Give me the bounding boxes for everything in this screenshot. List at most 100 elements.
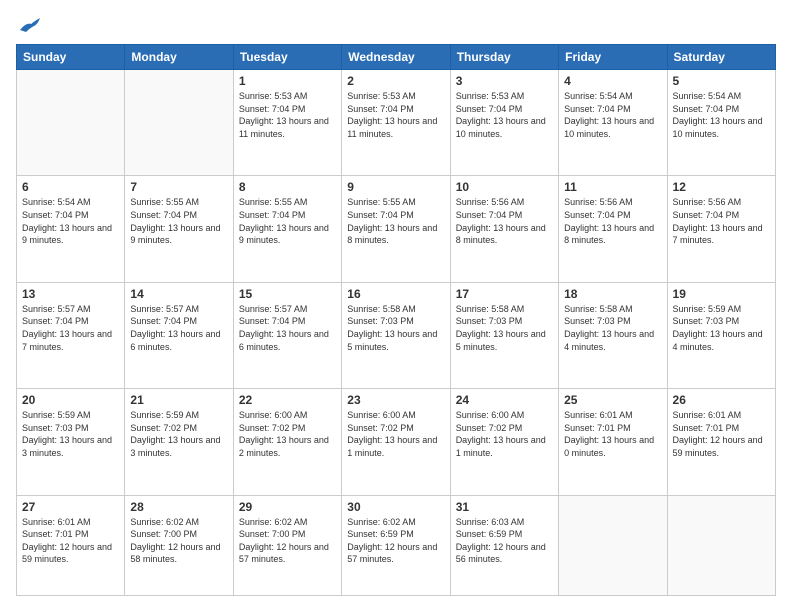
calendar-cell: 30 Sunrise: 6:02 AM Sunset: 6:59 PM Dayli… [342, 495, 450, 595]
calendar-week-5: 27 Sunrise: 6:01 AM Sunset: 7:01 PM Dayli… [17, 495, 776, 595]
calendar-cell [559, 495, 667, 595]
day-number: 13 [22, 287, 119, 301]
day-number: 24 [456, 393, 553, 407]
calendar-cell [17, 70, 125, 176]
calendar-cell: 4 Sunrise: 5:54 AM Sunset: 7:04 PM Daylig… [559, 70, 667, 176]
day-number: 27 [22, 500, 119, 514]
day-number: 3 [456, 74, 553, 88]
calendar-cell: 3 Sunrise: 5:53 AM Sunset: 7:04 PM Daylig… [450, 70, 558, 176]
day-info: Sunrise: 5:56 AM Sunset: 7:04 PM Dayligh… [564, 196, 661, 246]
day-number: 14 [130, 287, 227, 301]
calendar-week-4: 20 Sunrise: 5:59 AM Sunset: 7:03 PM Dayli… [17, 389, 776, 495]
day-number: 29 [239, 500, 336, 514]
day-info: Sunrise: 5:58 AM Sunset: 7:03 PM Dayligh… [456, 303, 553, 353]
day-info: Sunrise: 5:56 AM Sunset: 7:04 PM Dayligh… [673, 196, 770, 246]
day-info: Sunrise: 6:03 AM Sunset: 6:59 PM Dayligh… [456, 516, 553, 566]
day-info: Sunrise: 5:53 AM Sunset: 7:04 PM Dayligh… [239, 90, 336, 140]
calendar-cell: 13 Sunrise: 5:57 AM Sunset: 7:04 PM Dayli… [17, 282, 125, 388]
day-number: 15 [239, 287, 336, 301]
day-number: 4 [564, 74, 661, 88]
day-info: Sunrise: 6:01 AM Sunset: 7:01 PM Dayligh… [673, 409, 770, 459]
day-number: 30 [347, 500, 444, 514]
day-info: Sunrise: 5:59 AM Sunset: 7:02 PM Dayligh… [130, 409, 227, 459]
calendar-cell: 19Sunrise: 5:59 AM Sunset: 7:03 PM Dayli… [667, 282, 775, 388]
day-number: 23 [347, 393, 444, 407]
calendar-table: SundayMondayTuesdayWednesdayThursdayFrid… [16, 44, 776, 596]
day-info: Sunrise: 5:54 AM Sunset: 7:04 PM Dayligh… [673, 90, 770, 140]
day-info: Sunrise: 6:02 AM Sunset: 7:00 PM Dayligh… [239, 516, 336, 566]
day-number: 28 [130, 500, 227, 514]
day-number: 9 [347, 180, 444, 194]
day-info: Sunrise: 5:59 AM Sunset: 7:03 PM Dayligh… [673, 303, 770, 353]
calendar-cell: 25 Sunrise: 6:01 AM Sunset: 7:01 PM Dayli… [559, 389, 667, 495]
calendar-cell: 10Sunrise: 5:56 AM Sunset: 7:04 PM Dayli… [450, 176, 558, 282]
day-info: Sunrise: 5:58 AM Sunset: 7:03 PM Dayligh… [564, 303, 661, 353]
calendar-cell: 22 Sunrise: 6:00 AM Sunset: 7:02 PM Dayli… [233, 389, 341, 495]
calendar-cell: 28 Sunrise: 6:02 AM Sunset: 7:00 PM Dayli… [125, 495, 233, 595]
day-number: 22 [239, 393, 336, 407]
calendar-cell: 8Sunrise: 5:55 AM Sunset: 7:04 PM Daylig… [233, 176, 341, 282]
day-info: Sunrise: 6:02 AM Sunset: 6:59 PM Dayligh… [347, 516, 444, 566]
calendar-week-1: 1 Sunrise: 5:53 AM Sunset: 7:04 PM Daylig… [17, 70, 776, 176]
day-info: Sunrise: 5:58 AM Sunset: 7:03 PM Dayligh… [347, 303, 444, 353]
calendar-week-3: 13 Sunrise: 5:57 AM Sunset: 7:04 PM Dayli… [17, 282, 776, 388]
day-number: 20 [22, 393, 119, 407]
weekday-header-sunday: Sunday [17, 45, 125, 70]
day-number: 21 [130, 393, 227, 407]
day-info: Sunrise: 5:54 AM Sunset: 7:04 PM Dayligh… [564, 90, 661, 140]
weekday-header-thursday: Thursday [450, 45, 558, 70]
day-info: Sunrise: 5:59 AM Sunset: 7:03 PM Dayligh… [22, 409, 119, 459]
day-info: Sunrise: 5:57 AM Sunset: 7:04 PM Dayligh… [22, 303, 119, 353]
day-number: 2 [347, 74, 444, 88]
day-number: 12 [673, 180, 770, 194]
day-number: 11 [564, 180, 661, 194]
calendar-cell: 15 Sunrise: 5:57 AM Sunset: 7:04 PM Dayli… [233, 282, 341, 388]
calendar-cell: 26 Sunrise: 6:01 AM Sunset: 7:01 PM Dayli… [667, 389, 775, 495]
weekday-header-tuesday: Tuesday [233, 45, 341, 70]
day-number: 7 [130, 180, 227, 194]
day-number: 5 [673, 74, 770, 88]
day-info: Sunrise: 5:55 AM Sunset: 7:04 PM Dayligh… [239, 196, 336, 246]
day-number: 16 [347, 287, 444, 301]
calendar-cell: 20 Sunrise: 5:59 AM Sunset: 7:03 PM Dayli… [17, 389, 125, 495]
day-number: 25 [564, 393, 661, 407]
logo [16, 16, 40, 34]
day-info: Sunrise: 6:01 AM Sunset: 7:01 PM Dayligh… [22, 516, 119, 566]
day-number: 31 [456, 500, 553, 514]
calendar-cell: 5 Sunrise: 5:54 AM Sunset: 7:04 PM Daylig… [667, 70, 775, 176]
day-info: Sunrise: 6:00 AM Sunset: 7:02 PM Dayligh… [239, 409, 336, 459]
calendar-cell: 11 Sunrise: 5:56 AM Sunset: 7:04 PM Dayli… [559, 176, 667, 282]
day-info: Sunrise: 6:02 AM Sunset: 7:00 PM Dayligh… [130, 516, 227, 566]
calendar-week-2: 6Sunrise: 5:54 AM Sunset: 7:04 PM Daylig… [17, 176, 776, 282]
calendar-cell: 6Sunrise: 5:54 AM Sunset: 7:04 PM Daylig… [17, 176, 125, 282]
calendar-cell: 24 Sunrise: 6:00 AM Sunset: 7:02 PM Dayli… [450, 389, 558, 495]
calendar-cell: 23 Sunrise: 6:00 AM Sunset: 7:02 PM Dayli… [342, 389, 450, 495]
calendar-cell: 14 Sunrise: 5:57 AM Sunset: 7:04 PM Dayli… [125, 282, 233, 388]
day-number: 1 [239, 74, 336, 88]
day-number: 26 [673, 393, 770, 407]
day-info: Sunrise: 5:55 AM Sunset: 7:04 PM Dayligh… [347, 196, 444, 246]
day-info: Sunrise: 6:00 AM Sunset: 7:02 PM Dayligh… [456, 409, 553, 459]
calendar-cell: 2Sunrise: 5:53 AM Sunset: 7:04 PM Daylig… [342, 70, 450, 176]
calendar-cell [667, 495, 775, 595]
day-info: Sunrise: 6:01 AM Sunset: 7:01 PM Dayligh… [564, 409, 661, 459]
day-info: Sunrise: 5:53 AM Sunset: 7:04 PM Dayligh… [456, 90, 553, 140]
calendar-cell: 1 Sunrise: 5:53 AM Sunset: 7:04 PM Daylig… [233, 70, 341, 176]
day-info: Sunrise: 5:55 AM Sunset: 7:04 PM Dayligh… [130, 196, 227, 246]
day-info: Sunrise: 5:57 AM Sunset: 7:04 PM Dayligh… [239, 303, 336, 353]
page: SundayMondayTuesdayWednesdayThursdayFrid… [0, 0, 792, 612]
calendar-cell: 9 Sunrise: 5:55 AM Sunset: 7:04 PM Daylig… [342, 176, 450, 282]
logo-bird-icon [18, 16, 40, 34]
calendar-cell: 16 Sunrise: 5:58 AM Sunset: 7:03 PM Dayli… [342, 282, 450, 388]
day-number: 6 [22, 180, 119, 194]
calendar-cell: 29 Sunrise: 6:02 AM Sunset: 7:00 PM Dayli… [233, 495, 341, 595]
day-info: Sunrise: 6:00 AM Sunset: 7:02 PM Dayligh… [347, 409, 444, 459]
calendar-cell: 12 Sunrise: 5:56 AM Sunset: 7:04 PM Dayli… [667, 176, 775, 282]
calendar-cell [125, 70, 233, 176]
calendar-cell: 27 Sunrise: 6:01 AM Sunset: 7:01 PM Dayli… [17, 495, 125, 595]
calendar-cell: 18Sunrise: 5:58 AM Sunset: 7:03 PM Dayli… [559, 282, 667, 388]
calendar-cell: 31 Sunrise: 6:03 AM Sunset: 6:59 PM Dayli… [450, 495, 558, 595]
day-number: 10 [456, 180, 553, 194]
day-info: Sunrise: 5:57 AM Sunset: 7:04 PM Dayligh… [130, 303, 227, 353]
weekday-header-saturday: Saturday [667, 45, 775, 70]
